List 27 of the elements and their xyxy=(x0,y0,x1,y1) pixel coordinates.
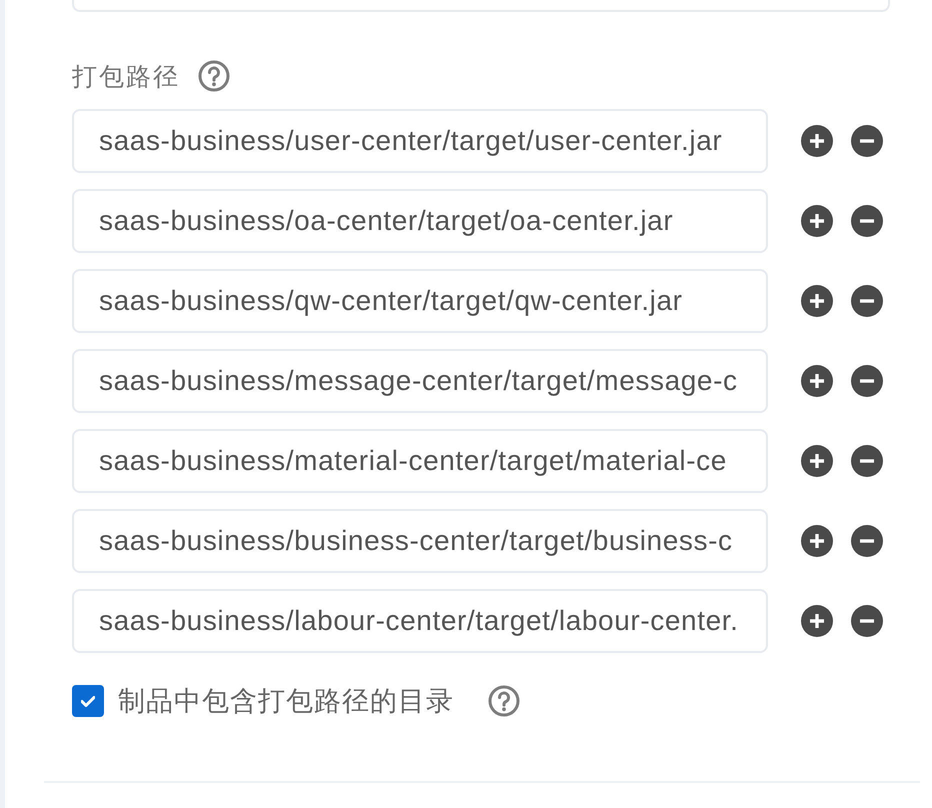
remove-icon[interactable] xyxy=(851,445,883,477)
path-field[interactable]: saas-business/labour-center/target/labour-center. xyxy=(72,589,768,653)
help-icon[interactable] xyxy=(198,60,230,92)
add-icon[interactable] xyxy=(801,605,833,637)
field-label: 打包路径 xyxy=(72,62,180,92)
add-icon[interactable] xyxy=(801,125,833,157)
path-field[interactable]: saas-business/qw-center/target/qw-center.jar xyxy=(72,269,768,333)
path-field[interactable]: saas-business/material-center/target/material-ce xyxy=(72,429,768,493)
check-icon xyxy=(81,696,95,706)
path-field[interactable]: saas-business/oa-center/target/oa-center.jar xyxy=(72,189,768,253)
path-field[interactable]: saas-business/business-center/target/business-c xyxy=(72,509,768,573)
add-icon[interactable] xyxy=(801,285,833,317)
add-icon[interactable] xyxy=(801,445,833,477)
remove-icon[interactable] xyxy=(851,205,883,237)
add-icon[interactable] xyxy=(801,205,833,237)
remove-icon[interactable] xyxy=(851,525,883,557)
path-field[interactable]: saas-business/message-center/target/message-c xyxy=(72,349,768,413)
checkbox-label: 制品中包含打包路径的目录 xyxy=(118,685,454,718)
help-icon[interactable] xyxy=(488,685,520,717)
remove-icon[interactable] xyxy=(851,285,883,317)
add-icon[interactable] xyxy=(801,365,833,397)
checkbox[interactable] xyxy=(72,685,104,717)
path-field[interactable]: saas-business/user-center/target/user-center.jar xyxy=(72,109,768,173)
add-icon[interactable] xyxy=(801,525,833,557)
remove-icon[interactable] xyxy=(851,605,883,637)
remove-icon[interactable] xyxy=(851,365,883,397)
remove-icon[interactable] xyxy=(851,125,883,157)
